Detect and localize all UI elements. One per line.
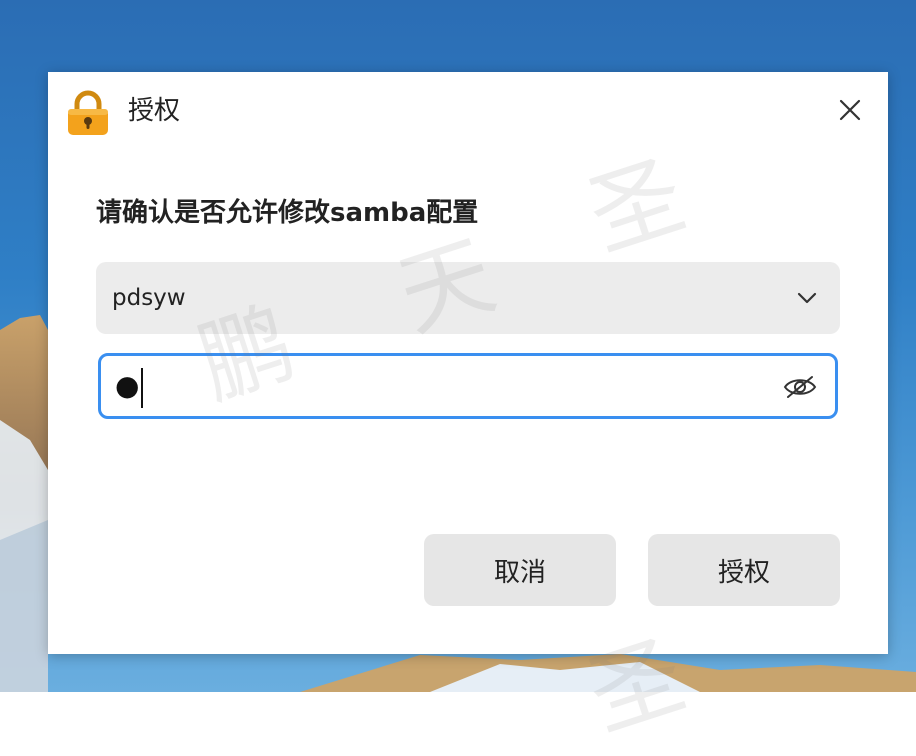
authorize-button[interactable]: 授权 xyxy=(648,534,840,606)
eye-hidden-icon[interactable] xyxy=(783,373,817,401)
watermark-char: 圣 xyxy=(576,141,697,272)
cancel-button[interactable]: 取消 xyxy=(424,534,616,606)
chevron-down-icon xyxy=(797,292,817,304)
close-button[interactable] xyxy=(832,92,868,128)
password-masked-value: ● xyxy=(115,369,142,402)
authorization-dialog: 授权 请确认是否允许修改samba配置 pdsyw ● 取消 授权 鹏 天 圣 … xyxy=(48,72,888,751)
lock-icon xyxy=(68,90,108,135)
password-input[interactable]: ● xyxy=(98,353,838,419)
dialog-title: 授权 xyxy=(128,96,181,126)
user-select[interactable]: pdsyw xyxy=(96,262,840,334)
text-caret xyxy=(141,368,143,408)
authorization-prompt: 请确认是否允许修改samba配置 xyxy=(96,198,479,228)
user-select-value: pdsyw xyxy=(112,285,186,311)
close-icon xyxy=(839,99,861,121)
